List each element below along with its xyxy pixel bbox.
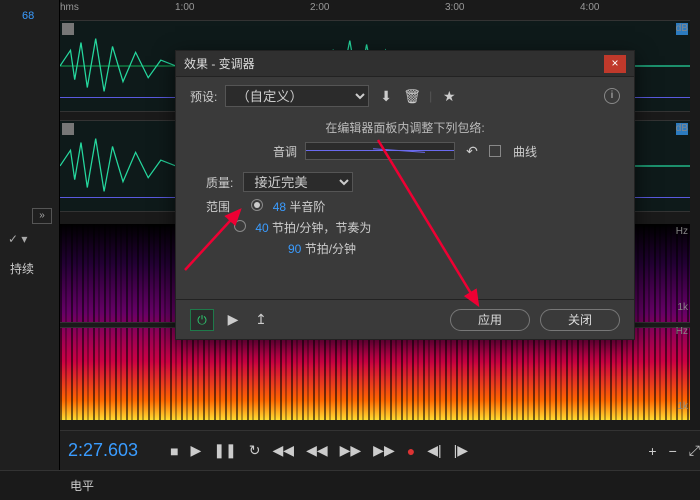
- range-radio-semitones[interactable]: [251, 199, 263, 211]
- left-panel-label: 持续: [10, 260, 34, 277]
- left-panel-value: 68: [22, 10, 34, 22]
- curve-label: 曲线: [513, 143, 537, 160]
- envelope-section-label: 在编辑器面板内调整下列包络:: [176, 115, 634, 136]
- bpm2-label: 节拍/分钟: [305, 242, 356, 256]
- hz-tick: 1k: [677, 401, 688, 412]
- ruler-tick: 2:00: [310, 2, 329, 13]
- export-icon[interactable]: ↥: [252, 311, 270, 328]
- save-preset-icon[interactable]: ⬇: [377, 88, 395, 105]
- loop-button[interactable]: ↻: [249, 442, 261, 459]
- quality-select[interactable]: 接近完美: [243, 172, 353, 192]
- range-label: 范围: [206, 200, 230, 214]
- zoom-out-button[interactable]: −: [669, 443, 677, 459]
- undo-icon[interactable]: ↶: [463, 143, 481, 160]
- timecode[interactable]: 2:27.603: [68, 440, 138, 461]
- quality-row: 质量: 接近完美: [176, 170, 634, 194]
- dialog-titlebar[interactable]: 效果 - 变调器 ×: [176, 51, 634, 77]
- zoom-fit-button[interactable]: ⤢: [689, 442, 700, 459]
- pitch-envelope-track[interactable]: [305, 142, 455, 160]
- stop-button[interactable]: ■: [170, 443, 178, 459]
- level-label: 电平: [70, 477, 94, 494]
- apply-button[interactable]: 应用: [450, 309, 530, 331]
- ruler-tick: 1:00: [175, 2, 194, 13]
- track-marker-left[interactable]: [62, 23, 74, 35]
- skip-back-button[interactable]: ◀|: [427, 442, 441, 459]
- close-button[interactable]: 关闭: [540, 309, 620, 331]
- zoom-in-button[interactable]: +: [648, 443, 656, 459]
- preview-play-icon[interactable]: ▶: [224, 311, 242, 328]
- close-icon[interactable]: ×: [604, 55, 626, 73]
- db-label: dB: [676, 123, 688, 134]
- range-row: 范围 48 半音阶: [176, 194, 634, 215]
- ruler-hms: hms: [60, 2, 79, 13]
- next-button[interactable]: ▶▶: [373, 442, 395, 459]
- left-panel: 68 » ✓ ▾ 持续: [0, 0, 60, 500]
- hz-label: Hz: [676, 226, 688, 237]
- bpm-label: 节拍/分钟，节奏为: [272, 221, 371, 235]
- hz-label: Hz: [676, 326, 688, 337]
- star-icon[interactable]: ★: [440, 88, 458, 105]
- dialog-bottom-bar: ⏻ ▶ ↥ 应用 关闭: [176, 299, 634, 339]
- preset-row: 预设: （自定义） ⬇ 🗑 | ★ i: [176, 77, 634, 115]
- power-button[interactable]: ⏻: [190, 309, 214, 331]
- hz-tick: 1k: [677, 302, 688, 313]
- range-radio-bpm[interactable]: [234, 220, 246, 232]
- bpm-value[interactable]: 40: [255, 221, 268, 235]
- trash-icon[interactable]: 🗑: [403, 88, 421, 105]
- semitones-value[interactable]: 48: [273, 200, 286, 214]
- ruler-tick: 3:00: [445, 2, 464, 13]
- preset-label: 预设:: [190, 88, 217, 105]
- forward-button[interactable]: ▶▶: [340, 442, 362, 459]
- bpm2-row: 90 节拍/分钟: [176, 236, 634, 257]
- transport-bar: 2:27.603 ■ ▶ ❚❚ ↻ ◀◀ ◀◀ ▶▶ ▶▶ ● ◀| |▶ + …: [60, 430, 700, 470]
- rewind-button[interactable]: ◀◀: [306, 442, 328, 459]
- pitch-shifter-dialog: 效果 - 变调器 × 预设: （自定义） ⬇ 🗑 | ★ i 在编辑器面板内调整…: [175, 50, 635, 340]
- pitch-row: 音调 ↶ 曲线: [176, 136, 634, 170]
- quality-label: 质量:: [206, 174, 233, 191]
- info-icon[interactable]: i: [604, 88, 620, 104]
- check-dropdown[interactable]: ✓ ▾: [8, 232, 27, 246]
- status-bar: 电平: [0, 470, 700, 500]
- bpm-row: 40 节拍/分钟，节奏为: [176, 215, 634, 236]
- pitch-label: 音调: [273, 143, 297, 160]
- curve-checkbox[interactable]: [489, 145, 501, 157]
- preset-select[interactable]: （自定义）: [225, 85, 369, 107]
- timeline-ruler: hms 1:00 2:00 3:00 4:00: [60, 0, 690, 20]
- prev-button[interactable]: ◀◀: [273, 442, 295, 459]
- expand-button[interactable]: »: [32, 208, 52, 224]
- ruler-tick: 4:00: [580, 2, 599, 13]
- skip-fwd-button[interactable]: |▶: [454, 442, 468, 459]
- bpm2-value[interactable]: 90: [288, 242, 301, 256]
- semitones-label: 半音阶: [289, 200, 325, 214]
- track-marker-left[interactable]: [62, 123, 74, 135]
- pause-button[interactable]: ❚❚: [213, 442, 236, 459]
- dialog-title: 效果 - 变调器: [184, 55, 604, 72]
- record-button[interactable]: ●: [407, 443, 415, 459]
- db-label: dB: [676, 23, 688, 34]
- play-button[interactable]: ▶: [191, 442, 202, 459]
